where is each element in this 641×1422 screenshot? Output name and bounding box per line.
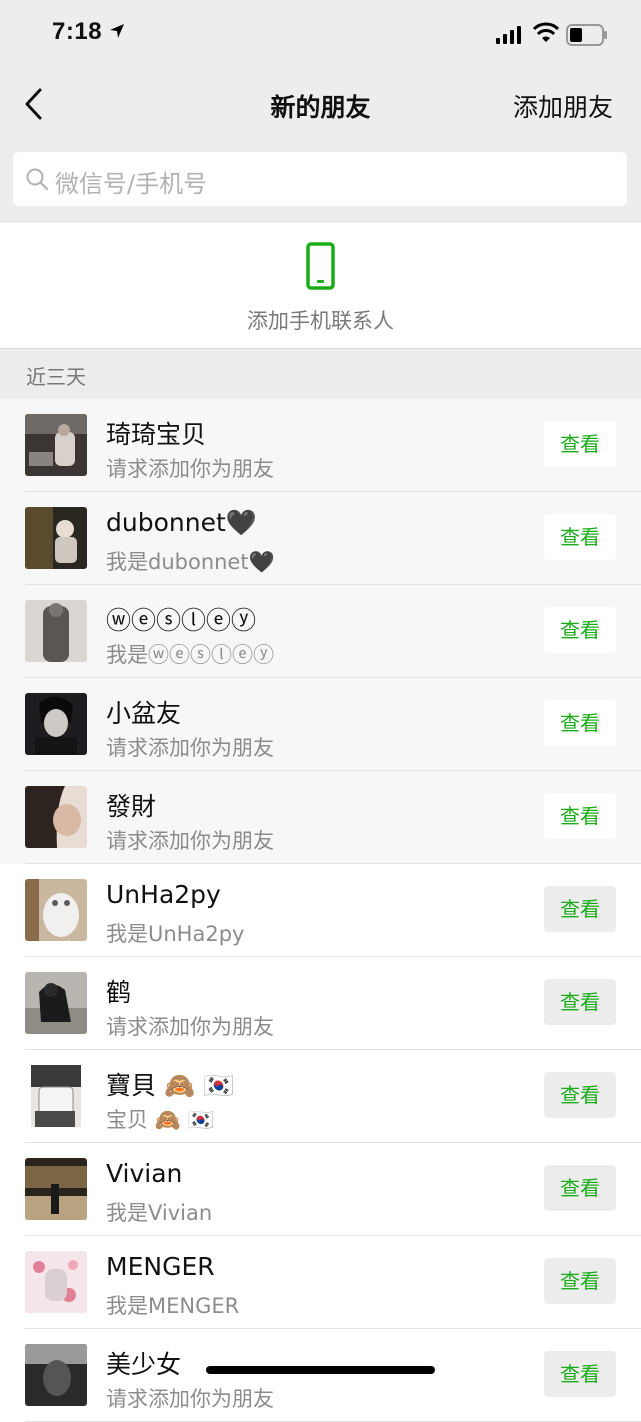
avatar bbox=[25, 972, 87, 1034]
view-button[interactable]: 查看 bbox=[544, 607, 616, 653]
friend-request-message: 我是Vivian bbox=[106, 1201, 213, 1225]
friend-request-message: 我是MENGER bbox=[106, 1294, 240, 1318]
view-button[interactable]: 查看 bbox=[544, 1165, 616, 1211]
friend-request-message: 请求添加你为朋友 bbox=[106, 829, 274, 853]
avatar bbox=[25, 1344, 87, 1406]
view-button[interactable]: 查看 bbox=[544, 886, 616, 932]
friend-name: 鹤 bbox=[106, 978, 132, 1007]
friend-request-message: 请求添加你为朋友 bbox=[106, 457, 274, 481]
view-button[interactable]: 查看 bbox=[544, 1351, 616, 1397]
friend-request-message: 请求添加你为朋友 bbox=[106, 736, 274, 760]
view-button[interactable]: 查看 bbox=[544, 793, 616, 839]
friend-request-row[interactable]: dubonnet🖤 我是dubonnet🖤 查看 bbox=[0, 492, 641, 585]
add-friend-button[interactable]: 添加朋友 bbox=[513, 88, 613, 124]
friend-request-row[interactable]: 美少女 请求添加你为朋友 查看 bbox=[0, 1329, 641, 1422]
friend-request-message: 我是dubonnet🖤 bbox=[106, 550, 275, 574]
view-button[interactable]: 查看 bbox=[544, 421, 616, 467]
avatar bbox=[25, 1251, 87, 1313]
search-input[interactable]: 微信号/手机号 bbox=[13, 152, 627, 206]
section-header-recent: 近三天 bbox=[0, 349, 641, 399]
friend-request-row[interactable]: 發財 请求添加你为朋友 查看 bbox=[0, 771, 641, 864]
nav-bar: 新的朋友 添加朋友 bbox=[0, 70, 641, 140]
friend-request-message: 请求添加你为朋友 bbox=[106, 1015, 274, 1039]
friend-name: MENGER bbox=[106, 1252, 215, 1281]
section-header-label: 近三天 bbox=[26, 365, 86, 389]
home-indicator[interactable] bbox=[206, 1366, 435, 1374]
friend-request-message: 我是UnHa2py bbox=[106, 922, 245, 946]
friend-request-list: 琦琦宝贝 请求添加你为朋友 查看 dubonnet🖤 我是dubonnet🖤 查… bbox=[0, 399, 641, 1422]
view-button[interactable]: 查看 bbox=[544, 514, 616, 560]
avatar bbox=[25, 600, 87, 662]
friend-request-row[interactable]: MENGER 我是MENGER 查看 bbox=[0, 1236, 641, 1329]
friend-request-row[interactable]: Vivian 我是Vivian 查看 bbox=[0, 1143, 641, 1236]
view-button[interactable]: 查看 bbox=[544, 700, 616, 746]
mobile-phone-icon bbox=[306, 242, 335, 290]
cellular-signal-icon bbox=[496, 26, 521, 44]
location-arrow-icon bbox=[110, 24, 124, 38]
battery-icon bbox=[566, 24, 607, 46]
status-time: 7:18 bbox=[52, 18, 103, 45]
view-button[interactable]: 查看 bbox=[544, 1258, 616, 1304]
search-bar: 微信号/手机号 bbox=[0, 140, 641, 223]
friend-request-message: 宝贝 🙈 🇰🇷 bbox=[106, 1108, 214, 1132]
friend-name: 美少女 bbox=[106, 1350, 182, 1379]
add-phone-contacts[interactable]: 添加手机联系人 bbox=[0, 223, 641, 349]
status-bar: 7:18 bbox=[0, 0, 641, 70]
view-button[interactable]: 查看 bbox=[544, 979, 616, 1025]
friend-name: ⓦⓔⓢⓛⓔⓨ bbox=[106, 606, 257, 635]
friend-name: 琦琦宝贝 bbox=[106, 420, 207, 449]
avatar bbox=[25, 693, 87, 755]
friend-name: 小盆友 bbox=[106, 699, 182, 728]
friend-request-message: 请求添加你为朋友 bbox=[106, 1387, 274, 1411]
friend-request-row[interactable]: 寶貝 🙈 🇰🇷 宝贝 🙈 🇰🇷 查看 bbox=[0, 1050, 641, 1143]
view-button[interactable]: 查看 bbox=[544, 1072, 616, 1118]
wifi-icon bbox=[533, 22, 559, 42]
avatar bbox=[25, 1158, 87, 1220]
friend-name: UnHa2py bbox=[106, 880, 221, 909]
friend-name: 寶貝 🙈 🇰🇷 bbox=[106, 1071, 235, 1100]
friend-request-message: 我是ⓦⓔⓢⓛⓔⓨ bbox=[106, 643, 274, 667]
friend-request-row[interactable]: 鹤 请求添加你为朋友 查看 bbox=[0, 957, 641, 1050]
friend-request-row[interactable]: 小盆友 请求添加你为朋友 查看 bbox=[0, 678, 641, 771]
search-icon bbox=[26, 168, 49, 191]
search-placeholder: 微信号/手机号 bbox=[55, 170, 208, 198]
avatar bbox=[25, 1065, 87, 1127]
friend-request-row[interactable]: 琦琦宝贝 请求添加你为朋友 查看 bbox=[0, 399, 641, 492]
avatar bbox=[25, 414, 87, 476]
friend-request-row[interactable]: ⓦⓔⓢⓛⓔⓨ 我是ⓦⓔⓢⓛⓔⓨ 查看 bbox=[0, 585, 641, 678]
add-phone-contacts-label: 添加手机联系人 bbox=[247, 309, 394, 333]
avatar bbox=[25, 786, 87, 848]
friend-request-row[interactable]: UnHa2py 我是UnHa2py 查看 bbox=[0, 864, 641, 957]
friend-name: Vivian bbox=[106, 1159, 183, 1188]
friend-name: dubonnet🖤 bbox=[106, 508, 257, 537]
friend-name: 發財 bbox=[106, 792, 157, 821]
avatar bbox=[25, 507, 87, 569]
avatar bbox=[25, 879, 87, 941]
